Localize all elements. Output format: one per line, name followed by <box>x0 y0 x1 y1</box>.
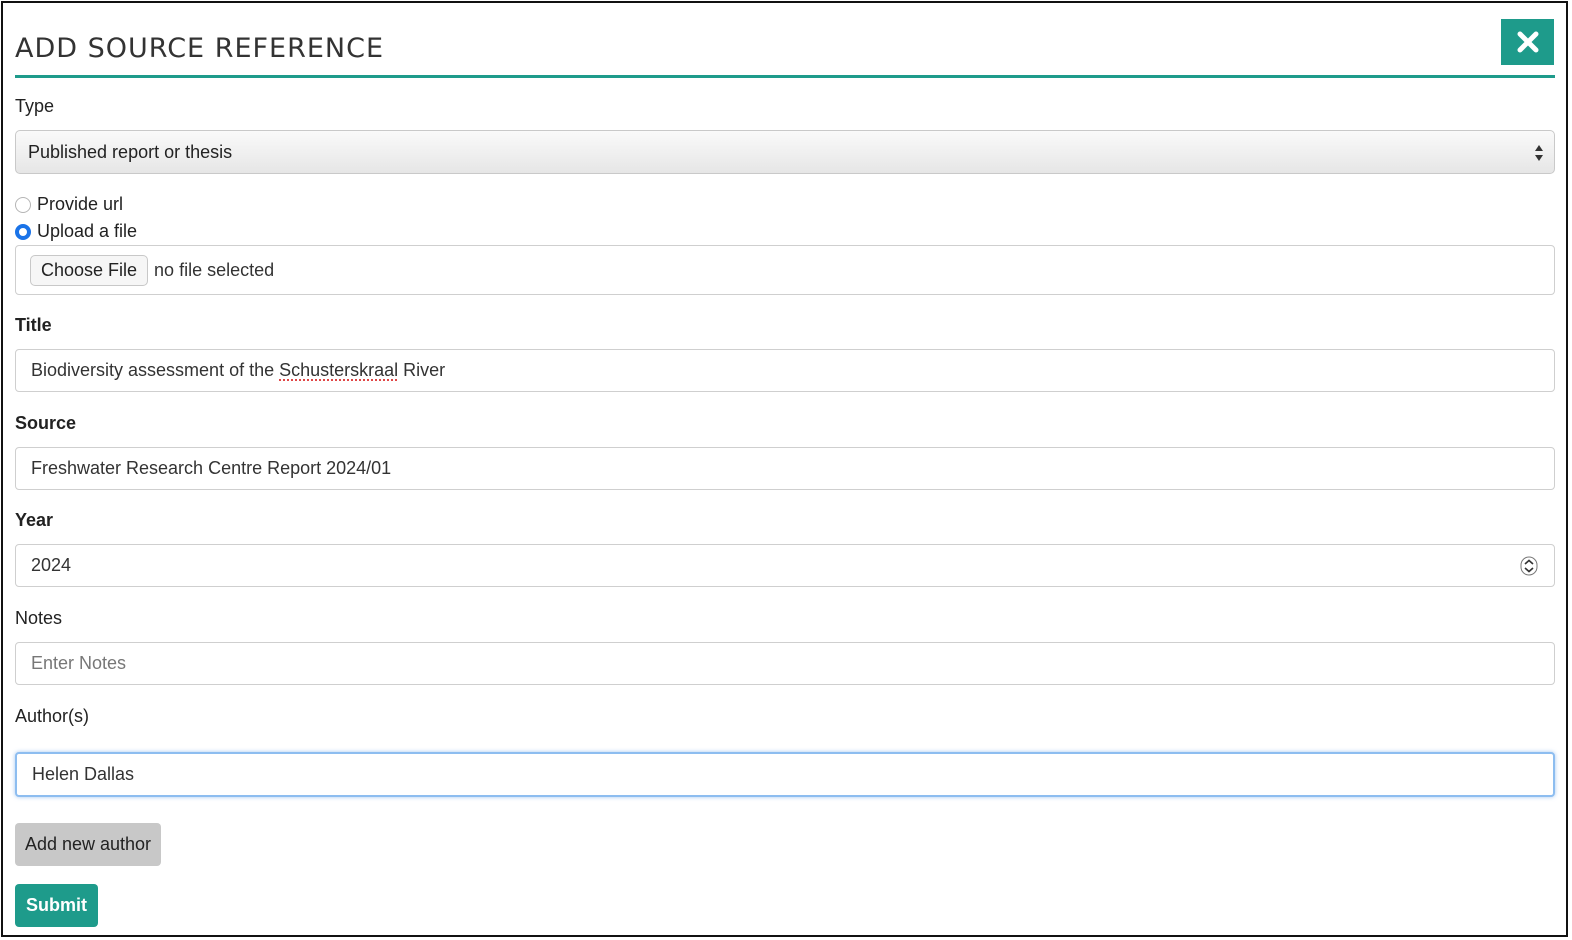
title-input[interactable]: Biodiversity assessment of the Schusters… <box>15 349 1555 392</box>
year-input[interactable]: 2024 <box>15 544 1555 587</box>
year-label: Year <box>15 510 54 530</box>
modal-dialog: ADD SOURCE REFERENCE Type Published repo… <box>1 1 1568 937</box>
radio-unchecked-icon[interactable] <box>15 196 31 213</box>
file-status: no file selected <box>154 259 275 280</box>
radio-upload-file-label: Upload a file <box>37 221 138 241</box>
authors-value: Helen Dallas <box>32 764 135 784</box>
notes-label: Notes <box>15 608 63 628</box>
close-button[interactable] <box>1501 19 1554 65</box>
source-label: Source <box>15 413 77 433</box>
source-value: Freshwater Research Centre Report 2024/0… <box>31 458 392 478</box>
add-author-button[interactable]: Add new author <box>15 823 161 866</box>
type-label: Type <box>15 96 55 116</box>
radio-provide-url[interactable]: Provide url <box>15 194 123 215</box>
select-arrows-icon <box>1535 145 1543 161</box>
file-upload-field: Choose File no file selected <box>15 245 1555 295</box>
notes-placeholder: Enter Notes <box>31 653 127 673</box>
year-value: 2024 <box>31 555 72 575</box>
radio-upload-file[interactable]: Upload a file <box>15 221 137 242</box>
submit-button[interactable]: Submit <box>15 884 98 927</box>
number-spinner-icon[interactable] <box>1520 556 1538 576</box>
title-value-part2: River <box>398 360 446 380</box>
title-value-misspelled: Schusterskraal <box>279 360 399 380</box>
radio-provide-url-label: Provide url <box>37 194 124 214</box>
type-select[interactable]: Published report or thesis <box>15 130 1555 174</box>
title-label: Title <box>15 315 52 335</box>
authors-label: Author(s) <box>15 706 90 726</box>
title-value-part1: Biodiversity assessment of the <box>31 360 280 380</box>
close-icon <box>1517 31 1538 53</box>
source-input[interactable]: Freshwater Research Centre Report 2024/0… <box>15 447 1555 490</box>
modal-title: ADD SOURCE REFERENCE <box>15 33 385 64</box>
notes-input[interactable]: Enter Notes <box>15 642 1555 685</box>
authors-input[interactable]: Helen Dallas <box>15 752 1555 797</box>
type-select-value: Published report or thesis <box>28 141 233 162</box>
title-divider <box>15 75 1555 78</box>
radio-checked-icon[interactable] <box>15 223 31 240</box>
choose-file-button[interactable]: Choose File <box>30 254 149 286</box>
